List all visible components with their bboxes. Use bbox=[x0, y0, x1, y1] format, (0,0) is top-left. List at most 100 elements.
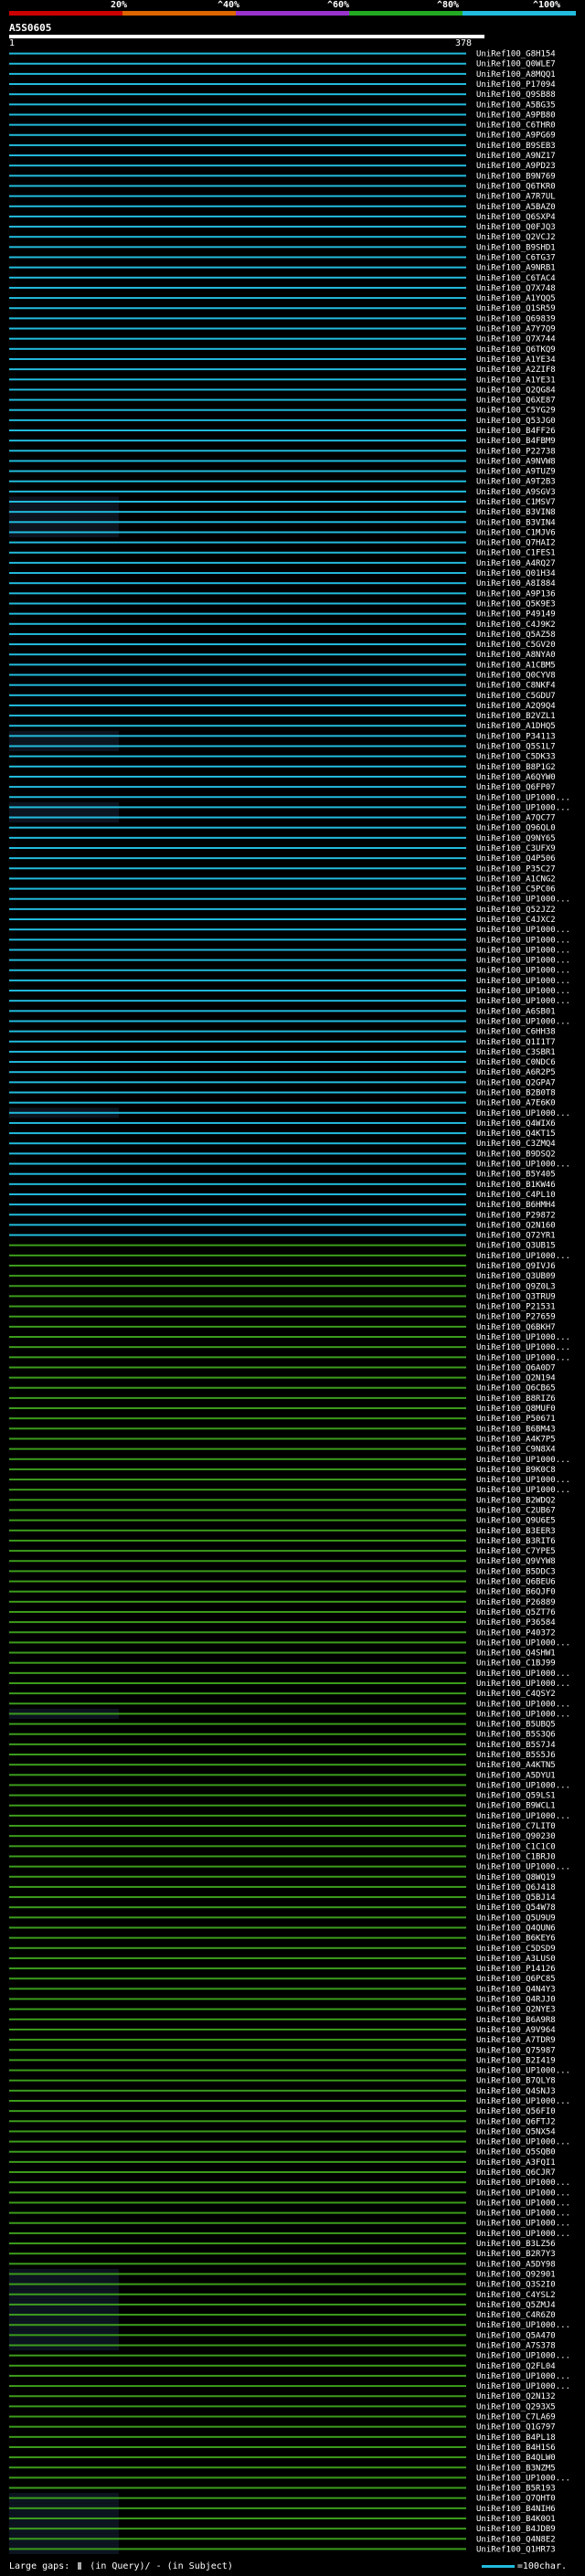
hit-bar bbox=[9, 1396, 466, 1399]
hit-bar bbox=[9, 205, 466, 207]
hit-label: UniRef100_G8H154 bbox=[476, 50, 556, 59]
hit-bar bbox=[9, 2466, 466, 2469]
hit-bar bbox=[9, 480, 466, 482]
hit-label: UniRef100_B6HMH4 bbox=[476, 1201, 556, 1210]
hit-bar bbox=[9, 1091, 466, 1094]
hit-bar bbox=[9, 450, 466, 452]
hit-label: UniRef100_B9DSQ2 bbox=[476, 1150, 556, 1159]
hit-label: UniRef100_Q4WIX6 bbox=[476, 1119, 556, 1129]
hit-bar bbox=[9, 1651, 466, 1654]
hit-bar bbox=[9, 2039, 466, 2041]
hit-label: UniRef100_C9N8X4 bbox=[476, 1446, 556, 1455]
hit-bar bbox=[9, 1845, 466, 1848]
hit-label: UniRef100_Q6CB65 bbox=[476, 1384, 556, 1394]
hit-label: UniRef100_A7E6K0 bbox=[476, 1099, 556, 1108]
hit-label: UniRef100_C4J9K2 bbox=[476, 620, 556, 630]
hit-label: UniRef100_A6R2P5 bbox=[476, 1068, 556, 1077]
hit-bar bbox=[9, 398, 466, 401]
hit-label: UniRef100_B3RIT6 bbox=[476, 1537, 556, 1546]
hit-bar bbox=[9, 694, 466, 696]
hit-label: UniRef100_Q7X744 bbox=[476, 335, 556, 345]
hit-bar bbox=[9, 368, 466, 371]
hit-bar bbox=[9, 1814, 466, 1817]
hit-bar bbox=[9, 592, 466, 595]
hit-label: UniRef100_UP1000... bbox=[476, 936, 570, 945]
hit-label: UniRef100_Q2NYE3 bbox=[476, 2006, 556, 2015]
hit-label: UniRef100_A6SB01 bbox=[476, 1007, 556, 1016]
hit-label: UniRef100_UP1000... bbox=[476, 896, 570, 905]
hit-bar bbox=[9, 307, 466, 310]
hit-bar bbox=[9, 440, 466, 442]
hit-label: UniRef100_UP1000... bbox=[476, 1456, 570, 1465]
hit-label: UniRef100_A9PD23 bbox=[476, 162, 556, 171]
hit-bar bbox=[9, 846, 466, 849]
hit-bar bbox=[9, 1101, 466, 1104]
hit-bar bbox=[9, 1906, 466, 1909]
hit-bar bbox=[9, 2130, 466, 2133]
hit-bar bbox=[9, 1152, 466, 1155]
hit-bar bbox=[9, 2028, 466, 2030]
hit-bar bbox=[9, 725, 466, 727]
legend-large-gaps-label: Large gaps: bbox=[9, 2561, 70, 2571]
hit-label: UniRef100_C0NDC6 bbox=[476, 1058, 556, 1067]
hit-bar bbox=[9, 1519, 466, 1521]
hit-label: UniRef100_UP1000... bbox=[476, 977, 570, 986]
hit-label: UniRef100_Q6XE87 bbox=[476, 397, 556, 406]
hit-label: UniRef100_P50671 bbox=[476, 1415, 556, 1424]
hit-label: UniRef100_C8NKF4 bbox=[476, 682, 556, 691]
hit-bar bbox=[9, 62, 466, 65]
legend-scale-swatch bbox=[481, 2564, 515, 2568]
hit-label: UniRef100_B3VIN4 bbox=[476, 518, 556, 527]
hit-label: UniRef100_Q4RJJ0 bbox=[476, 1996, 556, 2005]
hit-label: UniRef100_UP1000... bbox=[476, 803, 570, 812]
hit-bar bbox=[9, 1489, 466, 1491]
hit-bar bbox=[9, 959, 466, 961]
hit-bar bbox=[9, 1295, 466, 1298]
hit-bar bbox=[9, 1896, 466, 1899]
hit-bar bbox=[9, 1641, 466, 1644]
hit-label: UniRef100_B8P1G2 bbox=[476, 763, 556, 772]
hit-label: UniRef100_UP1000... bbox=[476, 2230, 570, 2239]
hit-label: UniRef100_Q5BJ14 bbox=[476, 1893, 556, 1903]
hit-bar bbox=[9, 501, 466, 504]
hit-label: UniRef100_B4NIH6 bbox=[476, 2505, 556, 2514]
hit-bar bbox=[9, 1040, 466, 1043]
hit-label: UniRef100_A4RQ27 bbox=[476, 559, 556, 568]
hit-bar bbox=[9, 1366, 466, 1369]
hit-bar bbox=[9, 1479, 466, 1481]
hit-bar bbox=[9, 460, 466, 462]
hit-bar bbox=[9, 622, 466, 625]
hit-bar bbox=[9, 1132, 466, 1135]
hit-label: UniRef100_Q8MUF0 bbox=[476, 1405, 556, 1414]
hit-label: UniRef100_UP1000... bbox=[476, 2097, 570, 2106]
hit-bar bbox=[9, 1437, 466, 1440]
hit-bar bbox=[9, 1681, 466, 1684]
hit-label: UniRef100_B7QLY8 bbox=[476, 2077, 556, 2086]
hit-bar bbox=[9, 143, 466, 146]
hit-label: UniRef100_B6A9R8 bbox=[476, 2016, 556, 2025]
hit-bar bbox=[9, 704, 466, 706]
hit-bar bbox=[9, 755, 466, 758]
hit-label: UniRef100_Q4N4Y3 bbox=[476, 1985, 556, 1994]
hit-bar bbox=[9, 1754, 466, 1756]
hit-label: UniRef100_Q2VCJ2 bbox=[476, 233, 556, 242]
hit-label: UniRef100_B5UBQ5 bbox=[476, 1721, 556, 1730]
hit-bar bbox=[9, 1427, 466, 1430]
hit-bar bbox=[9, 215, 466, 217]
hit-label: UniRef100_Q5A470 bbox=[476, 2331, 556, 2340]
hit-label: UniRef100_C5PC06 bbox=[476, 885, 556, 895]
hit-bar bbox=[9, 663, 466, 666]
hit-label: UniRef100_Q6FP07 bbox=[476, 783, 556, 792]
hit-bar bbox=[9, 2171, 466, 2174]
hit-label: UniRef100_Q2GPA7 bbox=[476, 1078, 556, 1087]
hit-label: UniRef100_Q1SR59 bbox=[476, 304, 556, 313]
hit-label: UniRef100_Q5ZMJ4 bbox=[476, 2301, 556, 2310]
hit-bar bbox=[9, 1305, 466, 1308]
hit-label: UniRef100_UP1000... bbox=[476, 1333, 570, 1342]
hit-label: UniRef100_Q56FI0 bbox=[476, 2107, 556, 2116]
hit-bar bbox=[9, 1315, 466, 1318]
hit-label: UniRef100_UP1000... bbox=[476, 1109, 570, 1118]
hit-label: UniRef100_Q4SHW1 bbox=[476, 1649, 556, 1659]
hit-bar bbox=[9, 1946, 466, 1949]
hit-label: UniRef100_C1MJV6 bbox=[476, 528, 556, 537]
